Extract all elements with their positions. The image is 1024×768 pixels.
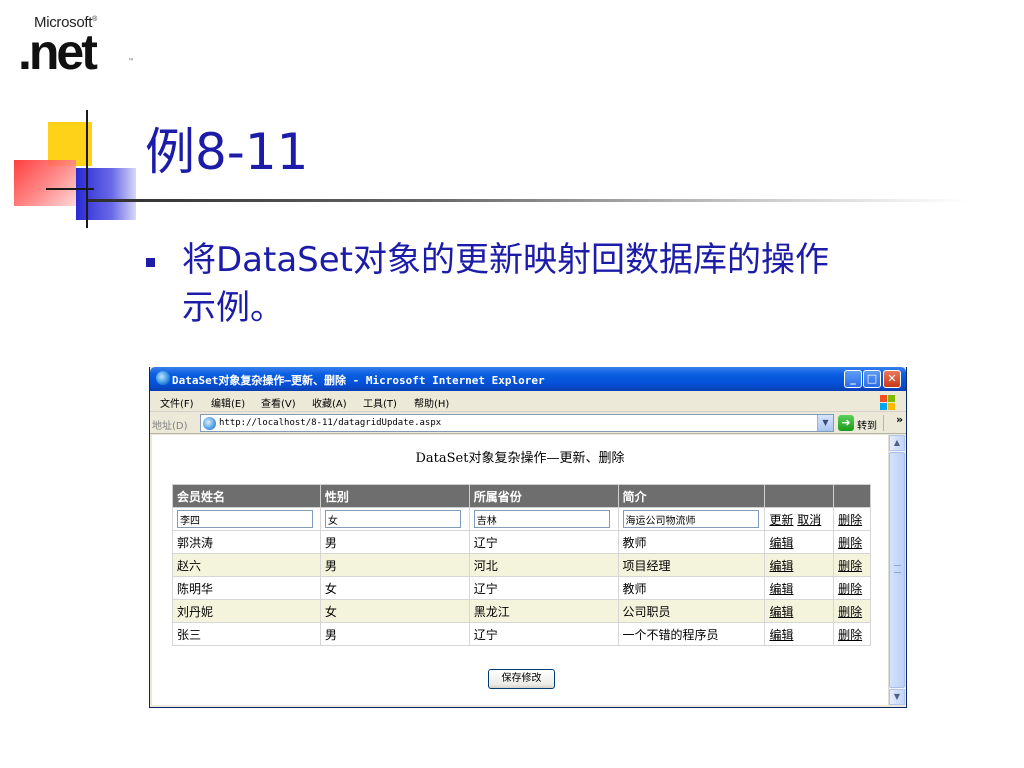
cell-name: 郭洪涛 (172, 530, 321, 554)
scroll-up-icon[interactable]: ▲ (889, 435, 905, 451)
delete-link[interactable]: 删除 (838, 513, 862, 527)
cell-intro: 教师 (617, 576, 766, 600)
menu-file[interactable]: 文件(F) (160, 395, 194, 410)
more-chevron-icon[interactable]: » (896, 413, 903, 426)
grid-header-row: 会员姓名 性别 所属省份 简介 (172, 484, 871, 508)
bullet-text: 将DataSet对象的更新映射回数据库的操作示例。 (182, 240, 830, 328)
member-datagrid: 会员姓名 性别 所属省份 简介 更新 取消 删除 郭洪涛 男 辽宁 教师 编 (172, 484, 871, 646)
cell-intro: 公司职员 (617, 599, 766, 623)
cell-gender: 女 (319, 599, 470, 623)
browser-window: DataSet对象复杂操作—更新、删除 - Microsoft Internet… (149, 367, 907, 708)
cell-name: 张三 (172, 622, 321, 646)
dotnet-logo: Microsoft® .net ™ (18, 14, 134, 80)
menu-bar: 文件(F) 编辑(E) 查看(V) 收藏(A) 工具(T) 帮助(H) (150, 391, 906, 412)
menu-view[interactable]: 查看(V) (261, 395, 296, 410)
minimize-button[interactable]: _ (844, 370, 862, 388)
window-title: DataSet对象复杂操作—更新、删除 - Microsoft Internet… (172, 374, 545, 387)
address-bar: 地址(D) http://localhost/8-11/datagridUpda… (150, 412, 906, 434)
edit-link[interactable]: 编辑 (769, 559, 793, 573)
chevron-down-icon[interactable]: ▼ (817, 415, 833, 431)
cell-province: 辽宁 (468, 530, 619, 554)
ie-icon (156, 371, 170, 385)
column-header-gender: 性别 (319, 484, 470, 508)
page-icon (203, 417, 216, 430)
cell-name: 陈明华 (172, 576, 321, 600)
window-titlebar[interactable]: DataSet对象复杂操作—更新、删除 - Microsoft Internet… (150, 367, 906, 391)
deco-red-square (14, 160, 76, 206)
maximize-button[interactable]: □ (863, 370, 881, 388)
cell-province: 辽宁 (468, 576, 619, 600)
cell-intro: 一个不错的程序员 (617, 622, 766, 646)
province-input[interactable] (473, 510, 610, 528)
toolbar-separator (883, 415, 884, 431)
slide-title: 例8-11 (145, 123, 309, 181)
page-heading: DataSet对象复杂操作—更新、删除 (415, 451, 625, 466)
column-header-edit (764, 484, 835, 508)
slide-decoration (0, 100, 160, 230)
deco-vertical-line (86, 110, 88, 228)
go-arrow-icon[interactable]: ➜ (838, 415, 854, 431)
scroll-thumb[interactable] (889, 452, 905, 688)
column-header-name: 会员姓名 (172, 484, 321, 508)
column-header-delete (833, 484, 871, 508)
delete-link[interactable]: 删除 (838, 628, 862, 642)
edit-row: 更新 取消 删除 (172, 507, 871, 531)
edit-link[interactable]: 编辑 (769, 628, 793, 642)
table-row: 郭洪涛 男 辽宁 教师 编辑 删除 (172, 530, 871, 554)
delete-link[interactable]: 删除 (838, 582, 862, 596)
intro-input[interactable] (622, 510, 759, 528)
table-row: 张三 男 辽宁 一个不错的程序员 编辑 删除 (172, 622, 871, 646)
edit-link[interactable]: 编辑 (769, 582, 793, 596)
edit-link[interactable]: 编辑 (769, 536, 793, 550)
delete-link[interactable]: 删除 (838, 559, 862, 573)
table-row: 赵六 男 河北 项目经理 编辑 删除 (172, 553, 871, 577)
edit-link[interactable]: 编辑 (769, 605, 793, 619)
go-button[interactable]: 转到 (857, 417, 877, 432)
column-header-intro: 简介 (617, 484, 766, 508)
cell-gender: 男 (319, 553, 470, 577)
bullet-marker (146, 258, 155, 267)
logo-net-text: .net (18, 24, 98, 80)
page-content: DataSet对象复杂操作—更新、删除 会员姓名 性别 所属省份 简介 更新 取… (152, 435, 888, 705)
scroll-down-icon[interactable]: ▼ (889, 689, 905, 705)
menu-tools[interactable]: 工具(T) (363, 395, 397, 410)
cell-province: 河北 (468, 553, 619, 577)
menu-edit[interactable]: 编辑(E) (211, 395, 245, 410)
column-header-province: 所属省份 (468, 484, 619, 508)
cell-gender: 女 (319, 576, 470, 600)
table-row: 刘丹妮 女 黑龙江 公司职员 编辑 删除 (172, 599, 871, 623)
title-underline (88, 199, 968, 202)
cancel-link[interactable]: 取消 (797, 513, 821, 527)
menu-favorites[interactable]: 收藏(A) (312, 395, 347, 410)
table-row: 陈明华 女 辽宁 教师 编辑 删除 (172, 576, 871, 600)
cell-name: 刘丹妮 (172, 599, 321, 623)
cell-province: 黑龙江 (468, 599, 619, 623)
delete-link[interactable]: 删除 (838, 605, 862, 619)
address-url: http://localhost/8-11/datagridUpdate.asp… (219, 418, 442, 428)
deco-blue-square (76, 168, 136, 220)
cell-intro: 项目经理 (617, 553, 766, 577)
delete-link[interactable]: 删除 (838, 536, 862, 550)
cell-province: 辽宁 (468, 622, 619, 646)
vertical-scrollbar[interactable]: ▲ ▼ (888, 435, 905, 705)
address-input[interactable]: http://localhost/8-11/datagridUpdate.asp… (200, 414, 834, 432)
save-changes-button[interactable]: 保存修改 (488, 669, 555, 689)
cell-gender: 男 (319, 622, 470, 646)
deco-horizontal-line (46, 188, 94, 190)
cell-intro: 教师 (617, 530, 766, 554)
address-label: 地址(D) (152, 421, 188, 432)
windows-logo-icon (878, 393, 896, 410)
cell-name: 赵六 (172, 553, 321, 577)
cell-gender: 男 (319, 530, 470, 554)
close-button[interactable]: ✕ (883, 370, 901, 388)
gender-input[interactable] (324, 510, 461, 528)
update-link[interactable]: 更新 (769, 513, 793, 527)
menu-help[interactable]: 帮助(H) (414, 395, 449, 410)
name-input[interactable] (177, 510, 313, 528)
